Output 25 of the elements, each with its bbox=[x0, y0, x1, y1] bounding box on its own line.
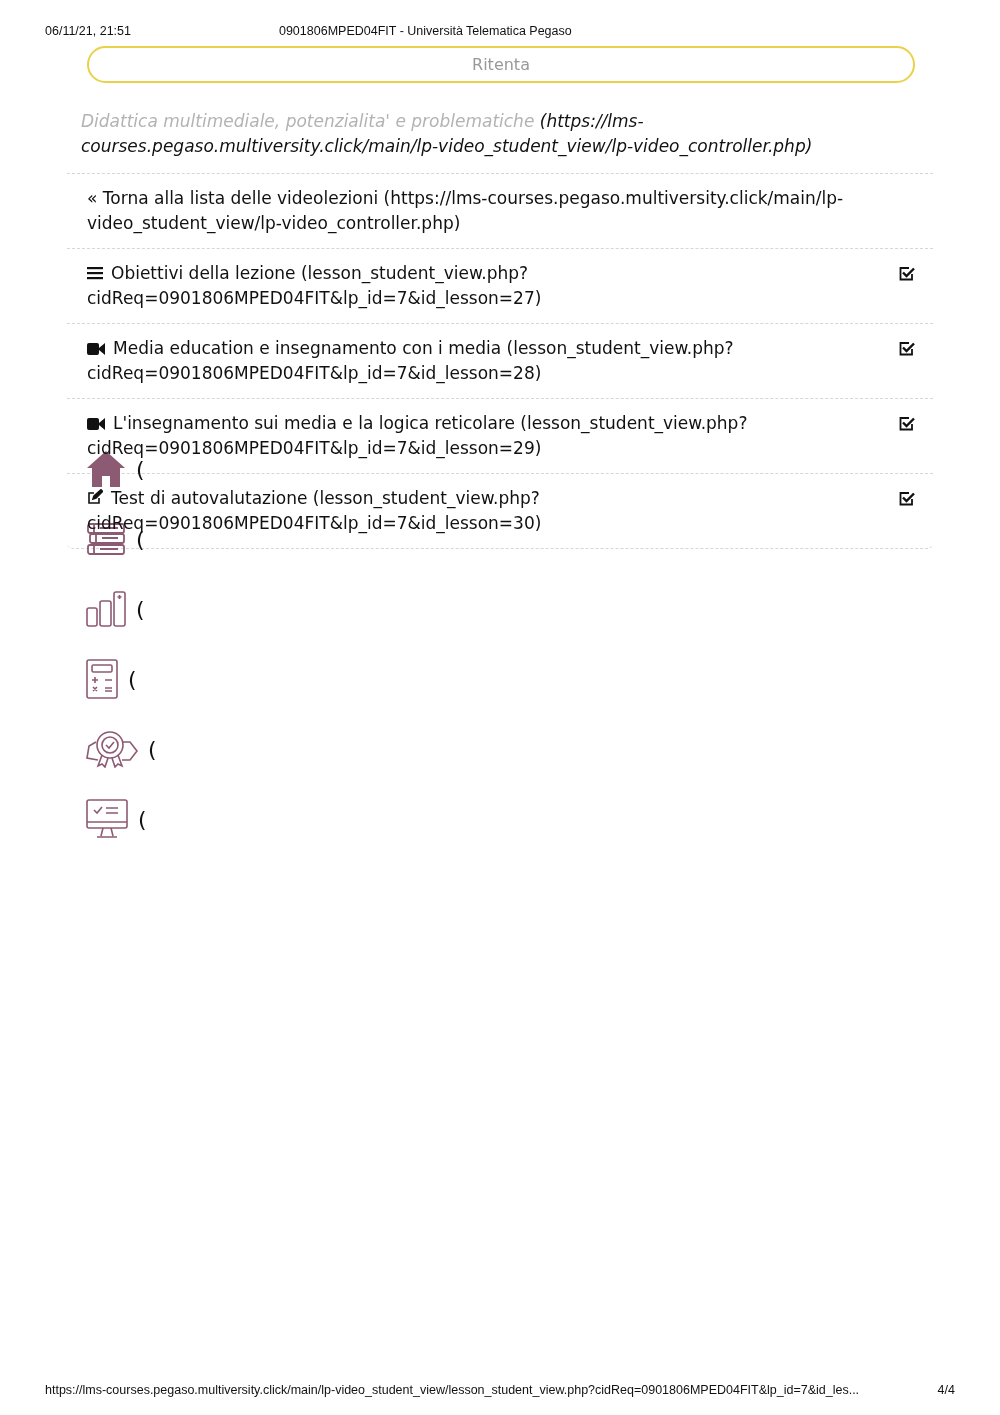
print-date: 06/11/21, 21:51 bbox=[45, 24, 131, 38]
page-title: 0901806MPED04FIT - Università Telematica Pegaso bbox=[278, 24, 572, 38]
page-number: 4/4 bbox=[937, 1383, 955, 1397]
checkbox[interactable] bbox=[899, 266, 915, 281]
nav-label: ( bbox=[136, 596, 145, 622]
edit-icon bbox=[87, 489, 103, 505]
checkbox[interactable] bbox=[899, 416, 915, 431]
bar-chart-icon[interactable] bbox=[86, 591, 126, 627]
award-ribbon-icon[interactable] bbox=[86, 730, 138, 768]
page-url: https://lms-courses.pegaso.multiversity.click/main/lp-video_student_view/lesson_student_view.php?cidReq=0901806MPED04FIT&lp_id=7&id_les... bbox=[45, 1383, 860, 1397]
nav-label: ( bbox=[128, 666, 137, 692]
lesson-link[interactable]: L'insegnamento sui media e la logica reticolare (lesson_student_view.php?cidReq=0901806MPED04FIT&lp_id=7&id_lesson=29) bbox=[87, 411, 885, 461]
video-camera-icon bbox=[87, 343, 105, 355]
lesson-link[interactable]: Media education e insegnamento con i media (lesson_student_view.php?cidReq=0901806MPED04FIT&lp_id=7&id_lesson=28) bbox=[87, 336, 885, 386]
nav-label: ( bbox=[148, 736, 157, 762]
calculator-icon[interactable] bbox=[86, 659, 118, 699]
course-link[interactable]: Didattica multimediale, potenzialita' e problematiche (https://lms-courses.pegaso.multiversity.click/main/lp-video_student_view/lp-video_controller.php) bbox=[81, 109, 915, 159]
lesson-link[interactable]: Obiettivi della lezione (lesson_student_view.php?cidReq=0901806MPED04FIT&lp_id=7&id_lesson=27) bbox=[87, 261, 885, 311]
back-link[interactable]: « Torna alla lista delle videolezioni (https://lms-courses.pegaso.multiversity.click/main/lp-video_student_view/lp-video_controller.php) bbox=[87, 186, 915, 236]
list-icon bbox=[87, 266, 103, 280]
nav-label: ( bbox=[138, 806, 147, 832]
checkbox[interactable] bbox=[899, 491, 915, 506]
monitor-checklist-icon[interactable] bbox=[86, 799, 128, 839]
video-camera-icon bbox=[87, 418, 105, 430]
checkbox[interactable] bbox=[899, 341, 915, 356]
